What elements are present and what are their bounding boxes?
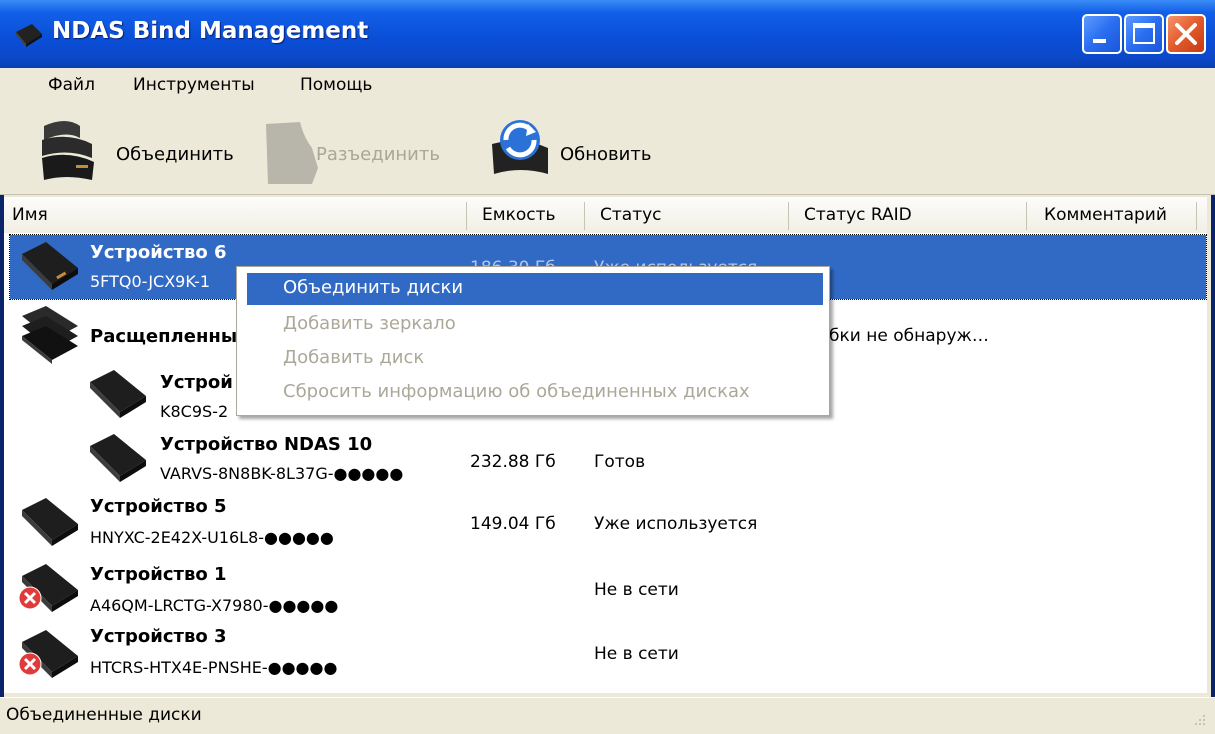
- resize-grip-icon[interactable]: [1191, 711, 1207, 727]
- column-header-comment[interactable]: Комментарий: [1044, 205, 1167, 225]
- device-name: Устройство 1: [90, 564, 227, 585]
- column-separator[interactable]: [788, 202, 789, 230]
- device-status: Уже используется: [594, 514, 758, 534]
- device-name: Устройство 5: [90, 496, 227, 517]
- bind-disks-icon: [42, 121, 94, 180]
- device-serial: K8C9S-2: [160, 402, 229, 421]
- title-bar[interactable]: NDAS Bind Management: [0, 0, 1215, 68]
- ndas-drive-icon: [16, 24, 42, 47]
- menu-help[interactable]: Помощь: [300, 75, 372, 95]
- device-status: Не в сети: [594, 644, 679, 664]
- device-name: Устройство NDAS 10: [160, 434, 373, 455]
- refresh-button[interactable]: Обновить: [488, 114, 668, 190]
- unbind-button: Разъединить: [262, 114, 474, 190]
- ndas-device-icon: [90, 434, 146, 482]
- device-serial: HNYXC-2E42X-U16L8-●●●●●: [90, 528, 334, 547]
- column-separator[interactable]: [466, 202, 467, 230]
- status-text: Объединенные диски: [6, 705, 202, 725]
- column-separator[interactable]: [1196, 202, 1197, 230]
- offline-device-icon: [18, 630, 78, 678]
- unbind-disks-icon: [266, 122, 318, 184]
- close-button[interactable]: [1166, 14, 1206, 54]
- offline-device-icon: [18, 564, 78, 612]
- column-header-capacity[interactable]: Емкость: [482, 205, 556, 225]
- raid-group-name: Расщепленны: [90, 326, 238, 347]
- menu-file[interactable]: Файл: [48, 75, 95, 95]
- ndas-device-icon: [90, 370, 146, 418]
- window-title: NDAS Bind Management: [52, 18, 369, 44]
- device-serial: 5FTQ0-JCX9K-1: [90, 272, 211, 291]
- raid-status: ибки не обнаруж…: [818, 326, 989, 346]
- column-header-name[interactable]: Имя: [12, 205, 48, 225]
- device-name: Устройство 6: [90, 242, 227, 263]
- menu-tools[interactable]: Инструменты: [133, 75, 255, 95]
- context-menu: Объединить диски Добавить зеркало Добави…: [236, 266, 830, 416]
- device-serial: A46QM-LRCTG-X7980-●●●●●: [90, 596, 339, 615]
- minimize-icon: [1093, 39, 1106, 43]
- ndas-device-icon: [22, 498, 78, 546]
- ctx-add-disk: Добавить диск: [283, 347, 425, 368]
- raid-group-icon: [22, 306, 78, 364]
- device-status: Готов: [594, 452, 646, 472]
- device-serial: VARVS-8N8BK-8L37G-●●●●●: [160, 464, 404, 483]
- column-separator[interactable]: [1026, 202, 1027, 230]
- ctx-bind-disks[interactable]: Объединить диски: [247, 273, 823, 305]
- device-capacity: 232.88 Гб: [470, 452, 556, 472]
- device-capacity: 149.04 Гб: [470, 514, 556, 534]
- device-name: Устрой: [160, 372, 233, 393]
- device-status: Не в сети: [594, 580, 679, 600]
- minimize-button[interactable]: [1082, 14, 1122, 54]
- bind-button[interactable]: Объединить: [36, 114, 246, 190]
- close-icon: [1175, 23, 1197, 45]
- ctx-reset-bind-info: Сбросить информацию об объединенных диск…: [283, 381, 750, 402]
- column-separator[interactable]: [584, 202, 585, 230]
- ctx-add-mirror: Добавить зеркало: [283, 313, 456, 334]
- ndas-device-icon: [22, 242, 78, 290]
- device-serial: HTCRS-HTX4E-PNSHE-●●●●●: [90, 658, 338, 677]
- unbind-label: Разъединить: [316, 144, 440, 165]
- refresh-icon: [492, 120, 548, 174]
- device-name: Устройство 3: [90, 626, 227, 647]
- maximize-button[interactable]: [1124, 14, 1164, 54]
- column-header-status[interactable]: Статус: [600, 205, 662, 225]
- column-header-raid-status[interactable]: Статус RAID: [804, 205, 912, 225]
- maximize-icon: [1133, 23, 1155, 44]
- refresh-label: Обновить: [560, 144, 652, 165]
- bind-label: Объединить: [116, 144, 234, 165]
